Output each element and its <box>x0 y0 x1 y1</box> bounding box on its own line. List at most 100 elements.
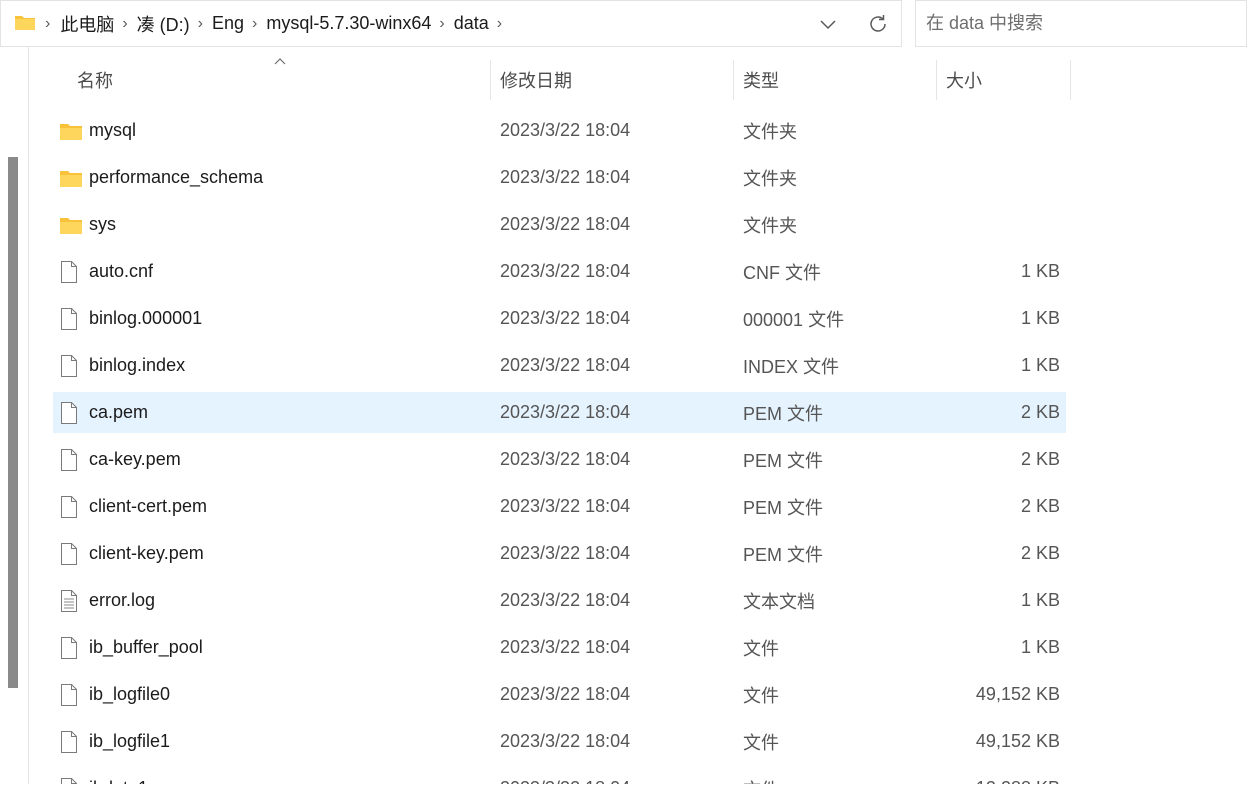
row-date: 2023/3/22 18:04 <box>500 261 631 281</box>
row-name[interactable]: binlog.000001 <box>89 295 202 342</box>
folder-icon <box>59 154 83 201</box>
row-size: 49,152 KB <box>975 731 1060 751</box>
row-type: 文件夹 <box>743 168 797 189</box>
row-name[interactable]: ib_logfile1 <box>89 718 170 765</box>
row-date: 2023/3/22 18:04 <box>500 120 631 140</box>
breadcrumb-drive[interactable]: 凑 (D:) <box>137 11 190 37</box>
column-divider[interactable] <box>490 60 491 100</box>
breadcrumb-data[interactable]: data <box>454 13 489 34</box>
row-size: 2 KB <box>1020 543 1060 563</box>
row-type: 文件夹 <box>743 121 797 142</box>
table-row[interactable]: client-key.pem 2023/3/22 18:04 PEM 文件 2 KB <box>53 530 1066 577</box>
row-name[interactable]: ca.pem <box>89 392 148 433</box>
row-date: 2023/3/22 18:04 <box>500 214 631 234</box>
row-size: 1 KB <box>1020 355 1060 375</box>
row-size: 1 KB <box>1020 637 1060 657</box>
file-icon <box>59 436 83 483</box>
table-row[interactable]: performance_schema 2023/3/22 18:04 文件夹 <box>53 154 1066 201</box>
row-name[interactable]: client-key.pem <box>89 530 204 577</box>
chevron-down-icon[interactable] <box>818 14 838 34</box>
row-name[interactable]: binlog.index <box>89 342 185 389</box>
file-icon <box>59 248 83 295</box>
file-icon <box>59 295 83 342</box>
row-name[interactable]: client-cert.pem <box>89 483 207 530</box>
chevron-right-icon[interactable]: › <box>45 15 50 33</box>
file-icon <box>59 624 83 671</box>
file-icon <box>59 671 83 718</box>
row-name[interactable]: ib_logfile0 <box>89 671 170 718</box>
folder-icon <box>59 201 83 248</box>
row-type: 文件 <box>743 732 779 753</box>
table-row[interactable]: ib_logfile0 2023/3/22 18:04 文件 49,152 KB <box>53 671 1066 718</box>
table-row[interactable]: sys 2023/3/22 18:04 文件夹 <box>53 201 1066 248</box>
column-header-type[interactable]: 类型 <box>743 60 779 100</box>
breadcrumb-this-pc[interactable]: 此电脑 <box>60 11 114 37</box>
row-date: 2023/3/22 18:04 <box>500 637 631 657</box>
row-size: 49,152 KB <box>975 684 1060 704</box>
chevron-right-icon[interactable]: › <box>198 15 203 33</box>
table-row[interactable]: mysql 2023/3/22 18:04 文件夹 <box>53 107 1066 154</box>
table-row[interactable]: ca-key.pem 2023/3/22 18:04 PEM 文件 2 KB <box>53 436 1066 483</box>
chevron-right-icon[interactable]: › <box>439 15 444 33</box>
breadcrumb-eng[interactable]: Eng <box>212 13 244 34</box>
table-row[interactable]: binlog.index 2023/3/22 18:04 INDEX 文件 1 KB <box>53 342 1066 389</box>
row-date: 2023/3/22 18:04 <box>500 496 631 516</box>
table-row[interactable]: error.log 2023/3/22 18:04 文本文档 1 KB <box>53 577 1066 624</box>
search-input[interactable] <box>916 1 1226 46</box>
breadcrumb-mysql[interactable]: mysql-5.7.30-winx64 <box>266 13 431 34</box>
row-date: 2023/3/22 18:04 <box>500 684 631 704</box>
row-type: PEM 文件 <box>743 450 824 471</box>
row-name[interactable]: mysql <box>89 107 136 154</box>
row-size: 2 KB <box>1020 496 1060 516</box>
file-icon <box>59 342 83 389</box>
row-date: 2023/3/22 18:04 <box>500 355 631 375</box>
row-name[interactable]: error.log <box>89 577 155 624</box>
folder-icon <box>59 107 83 154</box>
column-divider[interactable] <box>1070 60 1071 100</box>
row-type: PEM 文件 <box>743 544 824 565</box>
list-clip <box>0 784 1247 809</box>
file-icon <box>59 718 83 765</box>
search-box[interactable] <box>915 0 1247 47</box>
table-row[interactable]: ca.pem 2023/3/22 18:04 PEM 文件 2 KB <box>53 392 1066 433</box>
row-size: 1 KB <box>1020 590 1060 610</box>
column-divider[interactable] <box>936 60 937 100</box>
row-date: 2023/3/22 18:04 <box>500 731 631 751</box>
row-size: 1 KB <box>1020 308 1060 328</box>
row-name[interactable]: performance_schema <box>89 154 263 201</box>
file-icon <box>59 392 83 433</box>
row-size: 2 KB <box>1020 449 1060 469</box>
chevron-right-icon[interactable]: › <box>497 15 502 33</box>
row-name[interactable]: auto.cnf <box>89 248 153 295</box>
column-header-date[interactable]: 修改日期 <box>500 60 572 100</box>
column-header-size[interactable]: 大小 <box>946 60 982 100</box>
column-divider[interactable] <box>733 60 734 100</box>
scrollbar-thumb[interactable] <box>8 157 18 688</box>
table-row[interactable]: ib_logfile1 2023/3/22 18:04 文件 49,152 KB <box>53 718 1066 765</box>
row-type: 文本文档 <box>743 591 815 612</box>
row-date: 2023/3/22 18:04 <box>500 590 631 610</box>
row-size: 2 KB <box>1020 402 1060 422</box>
row-date: 2023/3/22 18:04 <box>500 402 631 422</box>
address-bar[interactable]: › 此电脑 › 凑 (D:) › Eng › mysql-5.7.30-winx… <box>0 0 902 47</box>
table-row[interactable]: ib_buffer_pool 2023/3/22 18:04 文件 1 KB <box>53 624 1066 671</box>
row-type: 文件 <box>743 638 779 659</box>
row-name[interactable]: ib_buffer_pool <box>89 624 203 671</box>
folder-icon <box>15 16 35 30</box>
row-name[interactable]: ca-key.pem <box>89 436 181 483</box>
file-icon <box>59 530 83 577</box>
refresh-icon[interactable] <box>866 12 890 36</box>
row-type: CNF 文件 <box>743 262 821 283</box>
row-name[interactable]: sys <box>89 201 116 248</box>
row-date: 2023/3/22 18:04 <box>500 308 631 328</box>
row-size: 1 KB <box>1020 261 1060 281</box>
table-row[interactable]: auto.cnf 2023/3/22 18:04 CNF 文件 1 KB <box>53 248 1066 295</box>
table-row[interactable]: client-cert.pem 2023/3/22 18:04 PEM 文件 2 KB <box>53 483 1066 530</box>
row-date: 2023/3/22 18:04 <box>500 167 631 187</box>
table-row[interactable]: binlog.000001 2023/3/22 18:04 000001 文件 1 K… <box>53 295 1066 342</box>
column-header-name[interactable]: 名称 <box>77 60 113 100</box>
chevron-right-icon[interactable]: › <box>122 15 127 33</box>
chevron-right-icon[interactable]: › <box>252 15 257 33</box>
row-type: PEM 文件 <box>743 497 824 518</box>
row-type: 文件 <box>743 685 779 706</box>
